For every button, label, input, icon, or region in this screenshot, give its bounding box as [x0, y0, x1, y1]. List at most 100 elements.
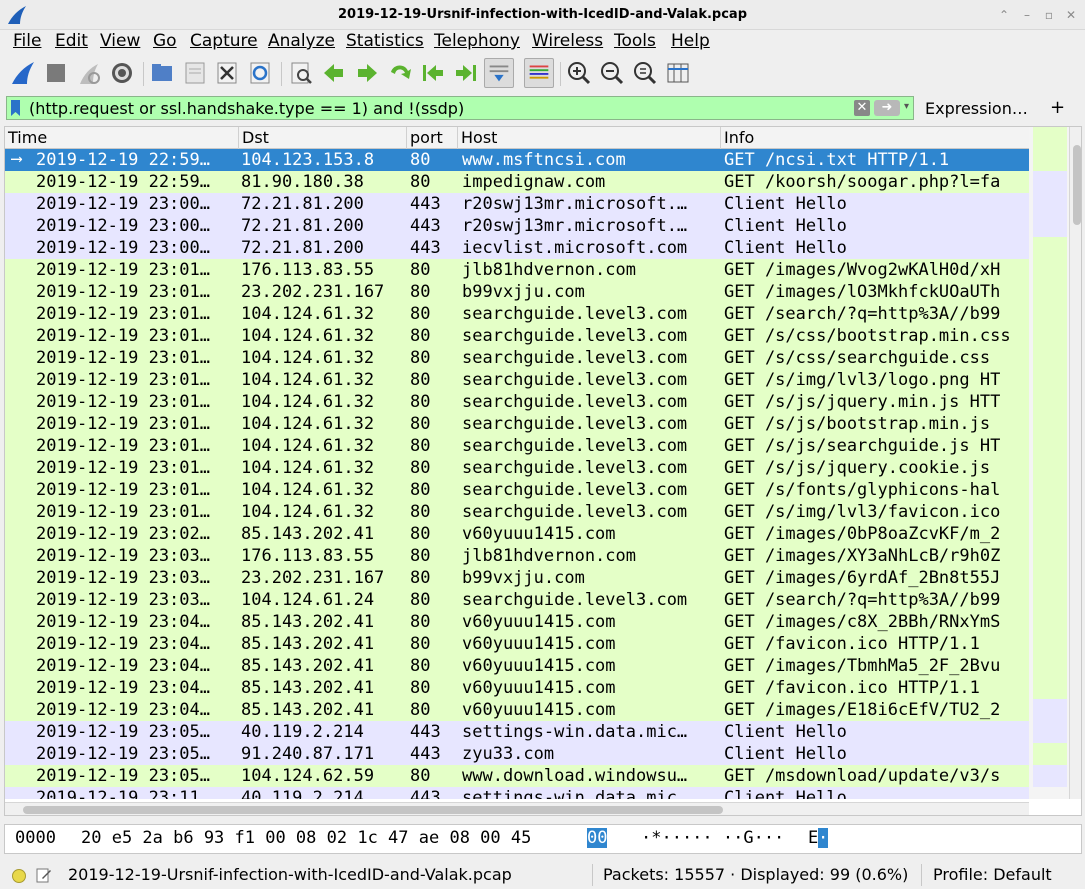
packet-row[interactable]: 2019-12-19 23:01… 104.124.61.32 80 searchgu… [5, 391, 1029, 413]
autoscroll-icon[interactable] [484, 58, 514, 88]
packet-row[interactable]: 2019-12-19 23:00… 72.21.81.200 443 r20swj13… [5, 215, 1029, 237]
packet-row[interactable]: 2019-12-19 23:01… 104.124.61.32 80 searchgu… [5, 435, 1029, 457]
open-folder-icon[interactable] [147, 58, 177, 88]
window-minimize-icon[interactable]: – [1019, 7, 1035, 23]
packet-bytes-pane[interactable]: 0000 20 e5 2a b6 93 f1 00 08 02 1c 47 ae… [4, 824, 1082, 854]
column-header-info[interactable]: Info [721, 127, 1029, 149]
expert-info-status-icon[interactable] [12, 869, 26, 883]
bytes-ascii[interactable]: ·*····· ··G··· [641, 828, 784, 848]
packet-row[interactable]: 2019-12-19 23:01… 104.124.61.32 80 searchgu… [5, 347, 1029, 369]
packet-row[interactable]: 2019-12-19 23:02… 85.143.202.41 80 v60yuuu1… [5, 523, 1029, 545]
forward-arrow-icon[interactable] [352, 58, 382, 88]
packet-cell-dst: 104.124.61.32 [241, 458, 375, 478]
restart-icon[interactable] [74, 58, 104, 88]
packet-cell-time: 2019-12-19 23:01… [36, 502, 210, 522]
menu-go[interactable]: Go [153, 31, 177, 51]
last-packet-icon[interactable] [451, 58, 481, 88]
options-gear-icon[interactable] [107, 58, 137, 88]
horizontal-scrollbar-thumb[interactable] [23, 806, 723, 814]
window-shade-icon[interactable]: ⌃ [996, 7, 1012, 23]
minimap-stripe [1033, 677, 1067, 699]
packet-cell-dst: 72.21.81.200 [241, 194, 364, 214]
zoom-in-icon[interactable] [564, 58, 594, 88]
packet-row[interactable]: 2019-12-19 23:01… 104.124.61.32 80 searchgu… [5, 325, 1029, 347]
bytes-ascii-e[interactable]: E [808, 828, 818, 848]
status-profile[interactable]: Profile: Default [933, 865, 1052, 884]
packet-row[interactable]: 2019-12-19 23:11… 40.119.2.214 443 settings… [5, 787, 1029, 799]
menu-analyze[interactable]: Analyze [268, 31, 335, 51]
packet-row[interactable]: 2019-12-19 22:59… 81.90.180.38 80 impedigna… [5, 171, 1029, 193]
display-filter-text[interactable]: (http.request or ssl.handshake.type == 1… [29, 99, 464, 118]
expression-button[interactable]: Expression… [925, 99, 1028, 118]
packet-cell-time: 2019-12-19 23:01… [36, 260, 210, 280]
clear-filter-icon[interactable]: ✕ [854, 100, 870, 116]
minimap-stripe [1033, 567, 1067, 589]
packet-minimap[interactable] [1029, 127, 1069, 799]
menu-edit[interactable]: Edit [55, 31, 88, 51]
column-header-time[interactable]: Time [5, 127, 239, 149]
vertical-scrollbar[interactable] [1069, 127, 1081, 799]
bytes-ascii-selected[interactable]: · [818, 828, 829, 848]
display-filter-input[interactable]: (http.request or ssl.handshake.type == 1… [6, 96, 914, 120]
filter-history-chevron-down-icon[interactable]: ▾ [904, 101, 914, 115]
menu-view[interactable]: View [100, 31, 140, 51]
bytes-hex-selected[interactable]: 00 [587, 828, 608, 848]
packet-row[interactable]: 2019-12-19 23:01… 104.124.61.32 80 searchgu… [5, 501, 1029, 523]
add-filter-button[interactable]: + [1050, 97, 1065, 118]
packet-row[interactable]: 2019-12-19 23:00… 72.21.81.200 443 iecvlist… [5, 237, 1029, 259]
menu-tools[interactable]: Tools [614, 31, 656, 51]
menu-file[interactable]: File [13, 31, 41, 51]
packet-row[interactable]: 2019-12-19 23:05… 40.119.2.214 443 settings… [5, 721, 1029, 743]
packet-row[interactable]: 2019-12-19 23:01… 176.113.83.55 80 jlb81hdv… [5, 259, 1029, 281]
stop-icon[interactable] [41, 58, 71, 88]
first-packet-icon[interactable] [418, 58, 448, 88]
menu-wireless[interactable]: Wireless [532, 31, 603, 51]
column-header-host[interactable]: Host [458, 127, 721, 149]
packet-row[interactable]: 2019-12-19 23:04… 85.143.202.41 80 v60yuuu1… [5, 677, 1029, 699]
packet-row[interactable]: 2019-12-19 23:01… 104.124.61.32 80 searchgu… [5, 457, 1029, 479]
apply-filter-arrow-icon[interactable]: ➜ [874, 100, 900, 116]
packet-row[interactable]: 2019-12-19 23:04… 85.143.202.41 80 v60yuuu1… [5, 633, 1029, 655]
bytes-hex[interactable]: 20 e5 2a b6 93 f1 00 08 02 1c 47 ae 08 0… [81, 828, 531, 848]
zoom-out-icon[interactable] [597, 58, 627, 88]
bookmark-icon[interactable] [11, 100, 20, 116]
packet-row[interactable]: 2019-12-19 23:05… 104.124.62.59 80 www.down… [5, 765, 1029, 787]
save-icon[interactable] [180, 58, 210, 88]
capture-comment-edit-icon[interactable] [36, 867, 52, 883]
menu-telephony[interactable]: Telephony [434, 31, 520, 51]
packet-row[interactable]: 2019-12-19 23:03… 23.202.231.167 80 b99vxjj… [5, 567, 1029, 589]
jump-icon[interactable] [385, 58, 415, 88]
menu-statistics[interactable]: Statistics [346, 31, 424, 51]
zoom-reset-icon[interactable] [630, 58, 660, 88]
window-close-icon[interactable]: ✕ [1063, 7, 1079, 23]
packet-row[interactable]: ⟶ 2019-12-19 22:59… 104.123.153.8 80 www.msf… [5, 149, 1029, 171]
column-header-port[interactable]: port [407, 127, 458, 149]
window-maximize-icon[interactable]: ▫ [1041, 7, 1057, 23]
horizontal-scrollbar[interactable] [5, 802, 1029, 815]
packet-row[interactable]: 2019-12-19 23:01… 104.124.61.32 80 searchgu… [5, 413, 1029, 435]
packet-row[interactable]: 2019-12-19 23:01… 104.124.61.32 80 searchgu… [5, 479, 1029, 501]
back-arrow-icon[interactable] [319, 58, 349, 88]
packet-row[interactable]: 2019-12-19 23:03… 104.124.61.24 80 searchgu… [5, 589, 1029, 611]
menu-help[interactable]: Help [671, 31, 710, 51]
vertical-scrollbar-thumb[interactable] [1073, 145, 1081, 225]
close-file-icon[interactable] [212, 58, 242, 88]
packet-row[interactable]: 2019-12-19 23:04… 85.143.202.41 80 v60yuuu1… [5, 655, 1029, 677]
packet-row[interactable]: 2019-12-19 23:00… 72.21.81.200 443 r20swj13… [5, 193, 1029, 215]
column-header-dst[interactable]: Dst [239, 127, 407, 149]
shark-fin-icon[interactable] [8, 58, 38, 88]
colorize-icon[interactable] [524, 58, 554, 88]
selected-packet-arrow-icon: ⟶ [11, 149, 22, 169]
reload-icon[interactable] [245, 58, 275, 88]
packet-row[interactable]: 2019-12-19 23:04… 85.143.202.41 80 v60yuuu1… [5, 611, 1029, 633]
resize-columns-icon[interactable] [663, 58, 693, 88]
packet-row[interactable]: 2019-12-19 23:01… 104.124.61.32 80 searchgu… [5, 369, 1029, 391]
packet-row[interactable]: 2019-12-19 23:03… 176.113.83.55 80 jlb81hdv… [5, 545, 1029, 567]
packet-cell-info: GET /s/js/jquery.min.js HTT [724, 392, 1001, 412]
packet-row[interactable]: 2019-12-19 23:01… 104.124.61.32 80 searchgu… [5, 303, 1029, 325]
packet-row[interactable]: 2019-12-19 23:04… 85.143.202.41 80 v60yuuu1… [5, 699, 1029, 721]
find-icon[interactable] [286, 58, 316, 88]
menu-capture[interactable]: Capture [190, 31, 258, 51]
packet-row[interactable]: 2019-12-19 23:05… 91.240.87.171 443 zyu33.c… [5, 743, 1029, 765]
packet-row[interactable]: 2019-12-19 23:01… 23.202.231.167 80 b99vxjj… [5, 281, 1029, 303]
